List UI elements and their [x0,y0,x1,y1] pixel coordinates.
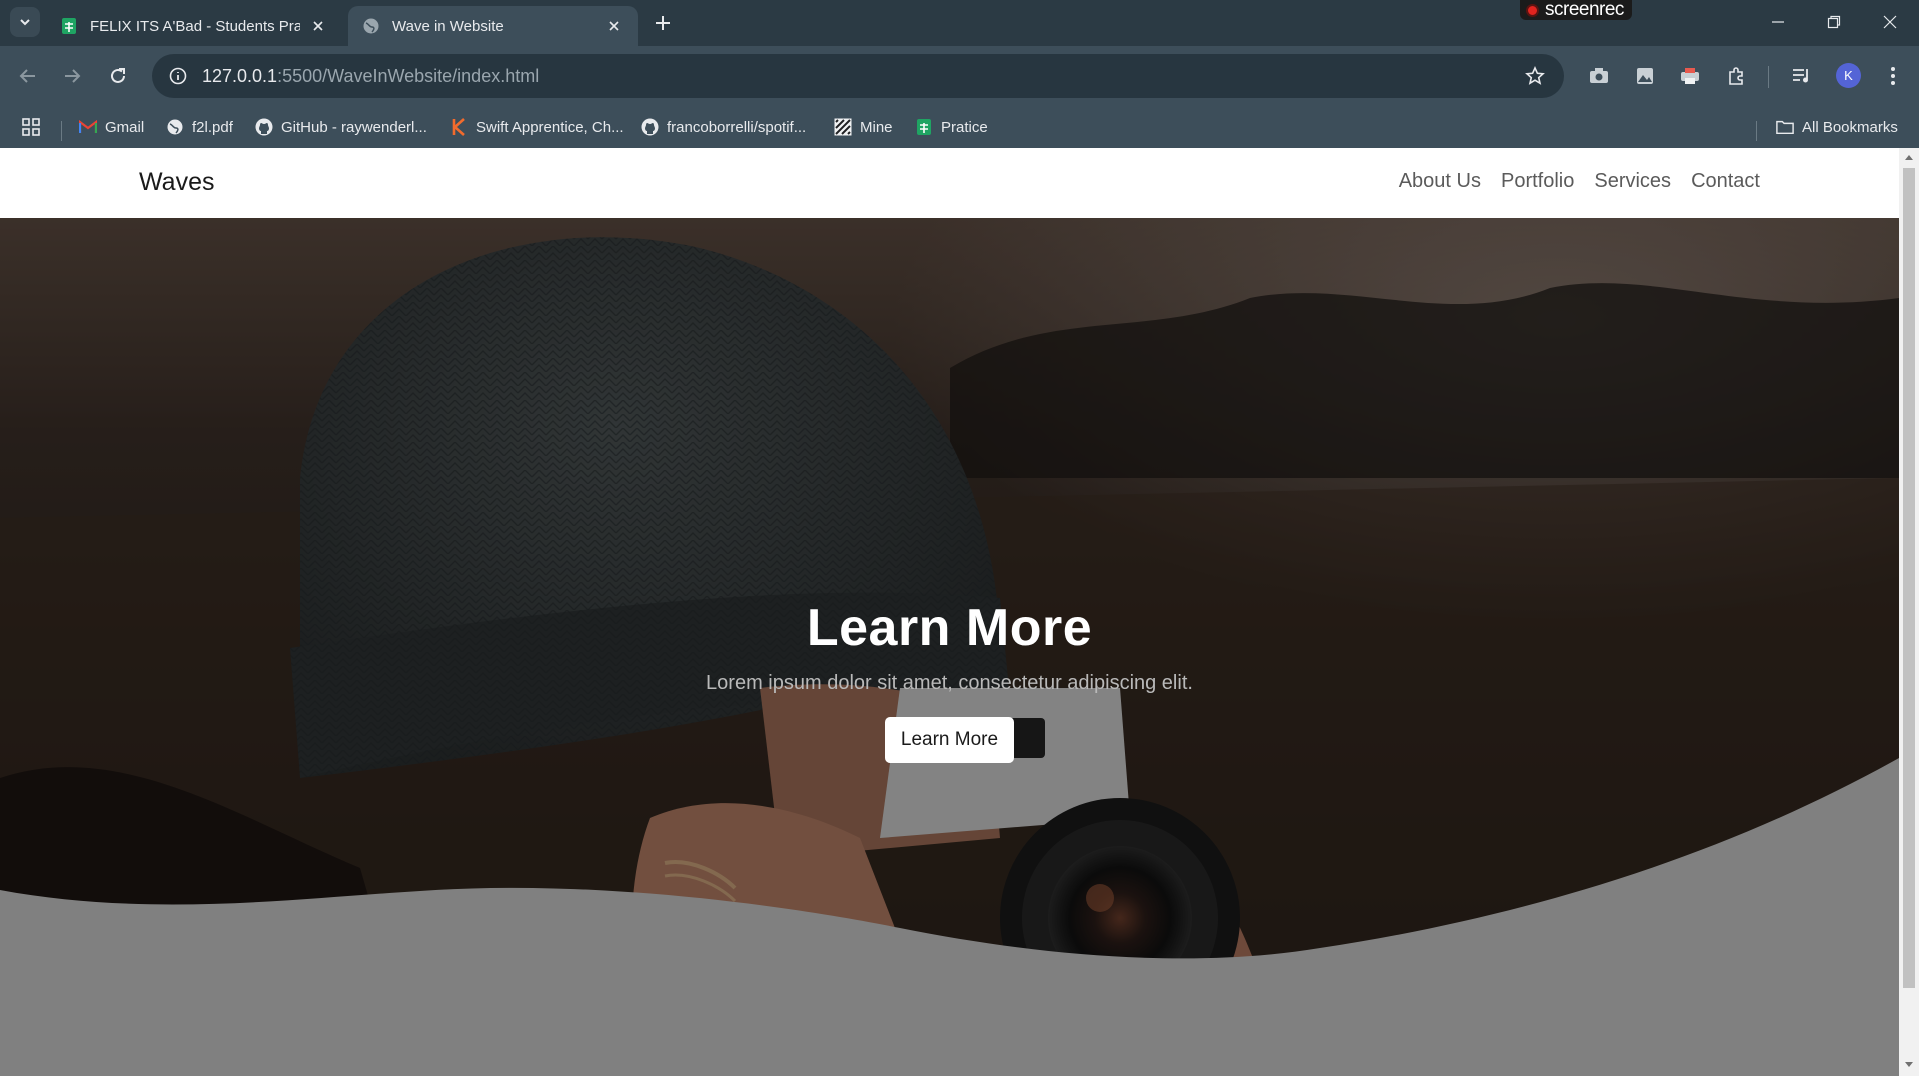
screenrec-label: screenrec [1545,0,1624,20]
github-icon [255,118,273,136]
window-close-button[interactable] [1862,0,1918,44]
forward-button[interactable] [58,62,86,90]
restore-icon [1827,15,1841,29]
scroll-down-arrow-icon[interactable] [1904,1060,1914,1070]
close-icon[interactable] [604,16,624,36]
bookmark-mine[interactable]: Mine [834,114,893,140]
bookmark-francoborrelli[interactable]: francoborrelli/spotif... [641,114,806,140]
nav-link-portfolio[interactable]: Portfolio [1501,170,1574,193]
site-info-icon[interactable] [158,56,198,96]
bookmark-label: Gmail [105,118,145,136]
back-arrow-icon [19,69,35,83]
media-control-icon[interactable] [1788,62,1816,90]
reload-icon [111,68,125,83]
tab-strip: FELIX ITS A'Bad - Students Pract Wave in… [0,0,1919,46]
address-bar[interactable]: 127.0.0.1:5500/WaveInWebsite/index.html [152,54,1564,98]
tab-title: FELIX ITS A'Bad - Students Pract [90,17,300,35]
bookmark-gmail[interactable]: Gmail [79,114,144,140]
plus-icon [656,16,670,30]
site-navbar: Waves About Us Portfolio Services Contac… [0,148,1899,218]
bookmark-f2l-pdf[interactable]: f2l.pdf [166,114,233,140]
scroll-thumb[interactable] [1903,168,1915,988]
hero-subtitle: Lorem ipsum dolor sit amet, consectetur … [706,672,1193,694]
all-bookmarks-label: All Bookmarks [1802,118,1898,136]
minimize-icon [1772,21,1784,23]
bookmark-github-raywenderlich[interactable]: GitHub - raywenderl... [255,114,427,140]
bookmark-pratice[interactable]: Pratice [915,114,988,140]
back-button[interactable] [14,62,42,90]
chevron-down-icon [20,19,30,26]
tab-wave-in-website[interactable]: Wave in Website [348,6,638,46]
bookmark-swift-apprentice[interactable]: Swift Apprentice, Ch... [450,114,624,140]
site-brand[interactable]: Waves [139,168,214,197]
page-viewport: Waves About Us Portfolio Services Contac… [0,148,1899,1076]
screenrec-badge: screenrec [1520,0,1632,20]
bookmarks-divider [61,121,62,141]
url-text[interactable]: 127.0.0.1:5500/WaveInWebsite/index.html [202,66,539,87]
sheets-icon [60,17,78,35]
nav-link-contact[interactable]: Contact [1691,170,1760,193]
apps-grid-icon [22,118,40,136]
url-path: :5500/WaveInWebsite/index.html [277,65,540,86]
gmail-icon [79,118,97,136]
page-scrollbar[interactable] [1899,148,1919,1076]
extensions-puzzle-icon[interactable] [1722,62,1750,90]
kodeco-icon [450,118,468,136]
minimize-button[interactable] [1750,0,1806,44]
bookmark-label: GitHub - raywenderl... [281,118,427,136]
bookmark-label: Swift Apprentice, Ch... [476,118,624,136]
profile-avatar[interactable]: K [1836,63,1861,88]
tab-title: Wave in Website [392,17,504,35]
hero-title: Learn More [806,599,1093,657]
toolbar-divider [1768,66,1769,88]
close-icon[interactable] [308,16,328,36]
bookmark-star-icon[interactable] [1522,63,1548,89]
striped-icon [834,118,852,136]
reload-button[interactable] [104,62,132,90]
folder-icon [1776,118,1794,136]
bookmark-label: Mine [860,118,893,136]
globe-icon [362,17,380,35]
site-menu: About Us Portfolio Services Contact [1379,170,1760,193]
new-tab-button[interactable] [650,10,676,36]
close-icon [1883,15,1897,29]
tab-felix[interactable]: FELIX ITS A'Bad - Students Pract [46,6,342,46]
hero-section: Learn More Lorem ipsum dolor sit amet, c… [0,218,1899,1076]
scroll-up-arrow-icon[interactable] [1904,152,1914,162]
bookmark-label: f2l.pdf [192,118,233,136]
hero-content: Learn More Lorem ipsum dolor sit amet, c… [0,598,1899,763]
forward-arrow-icon [65,69,81,83]
bookmarks-bar: Gmail f2l.pdf GitHub - raywenderl... Swi… [0,106,1919,148]
browser-toolbar: 127.0.0.1:5500/WaveInWebsite/index.html … [0,46,1919,106]
nav-link-services[interactable]: Services [1594,170,1671,193]
learn-more-button[interactable]: Learn More [884,717,1015,763]
github-icon [641,118,659,136]
camera-extension-icon[interactable] [1585,62,1613,90]
restore-button[interactable] [1806,0,1862,44]
browser-menu-icon[interactable] [1879,62,1907,90]
sheets-icon [915,118,933,136]
bookmark-label: francoborrelli/spotif... [667,118,807,136]
bookmarks-divider [1756,121,1757,141]
image-extension-icon[interactable] [1631,62,1659,90]
url-host: 127.0.0.1 [202,65,278,86]
globe-icon [166,118,184,136]
bookmark-label: Pratice [941,118,988,136]
apps-grid-button[interactable] [22,114,48,140]
record-icon [1526,3,1539,17]
printer-extension-icon[interactable] [1676,62,1704,90]
all-bookmarks-button[interactable]: All Bookmarks [1776,114,1898,140]
tab-search-button[interactable] [10,7,40,37]
nav-link-about-us[interactable]: About Us [1399,170,1481,193]
